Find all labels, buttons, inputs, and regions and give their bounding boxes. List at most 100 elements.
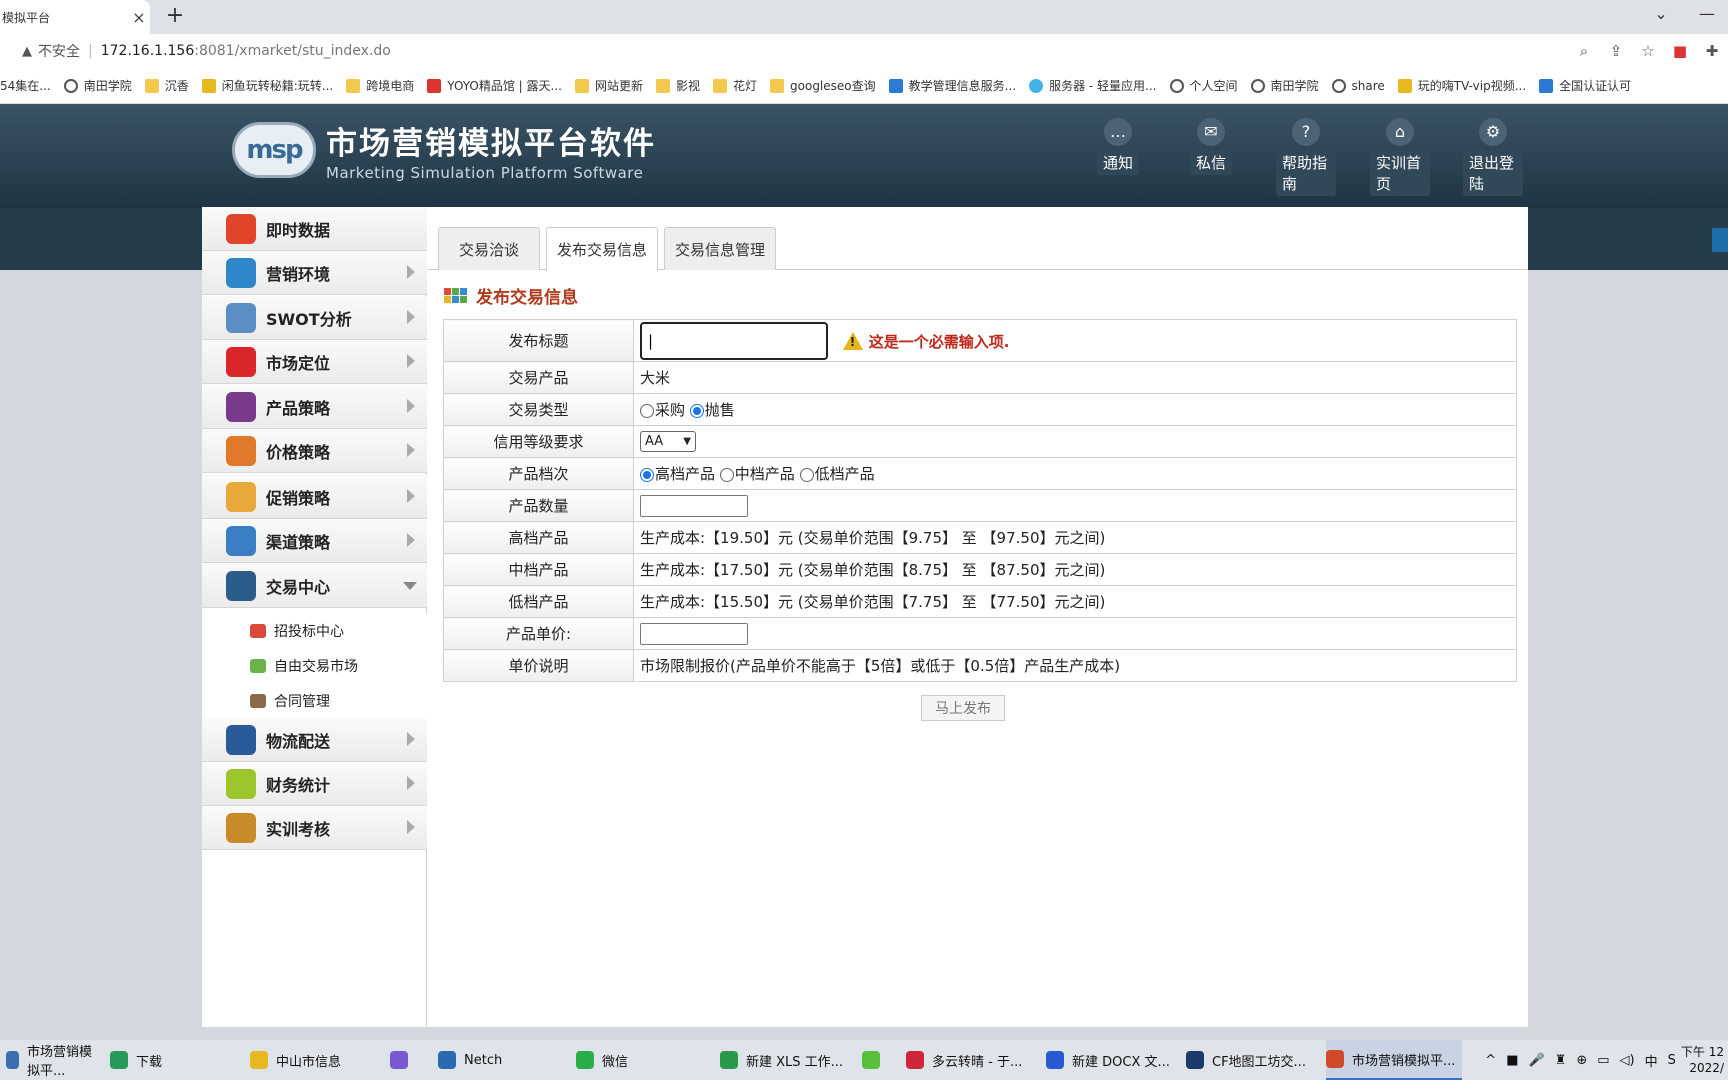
clock[interactable]: 下午 12 2022/ [1681, 1044, 1724, 1076]
sidebar-item-icon [226, 302, 256, 333]
taskbar-item[interactable]: 下载 [110, 1040, 240, 1080]
star-icon[interactable]: ☆ [1632, 42, 1664, 60]
radio-grade-low-label[interactable]: 低档产品 [815, 465, 875, 483]
bookmark-item[interactable]: 玩的嗨TV-vip视频... [1397, 77, 1526, 94]
tray-icon[interactable]: ♜ [1555, 1053, 1567, 1068]
radio-grade-high-label[interactable]: 高档产品 [655, 465, 715, 483]
radio-purchase-label[interactable]: 采购 [655, 401, 685, 419]
taskbar-item[interactable]: 微信 [576, 1040, 706, 1080]
sidebar-item-after-0[interactable]: 物流配送 [202, 718, 427, 762]
radio-sell[interactable] [689, 403, 704, 418]
share-icon[interactable]: ⇪ [1600, 42, 1632, 60]
tray-icon[interactable]: 中 [1645, 1051, 1658, 1070]
tray-icon[interactable]: ⊕ [1576, 1053, 1587, 1068]
side-flag-icon[interactable] [1712, 228, 1728, 252]
sidebar-item-after-2[interactable]: 实训考核 [202, 806, 427, 850]
sidebar-subitem-2[interactable]: 合同管理 [202, 683, 427, 718]
taskbar-item[interactable] [390, 1040, 430, 1080]
radio-grade-low[interactable] [799, 467, 814, 482]
sidebar-item-after-1[interactable]: 财务统计 [202, 762, 427, 806]
price-note-value: 市场限制报价(产品单价不能高于【5倍】或低于【0.5倍】产品生产成本) [633, 649, 1517, 682]
sidebar-item-2[interactable]: SWOT分析 [202, 296, 427, 340]
sidebar-subitem-1[interactable]: 自由交易市场 [202, 648, 427, 683]
taskbar-item[interactable]: Netch [438, 1040, 568, 1080]
close-icon[interactable]: × [128, 8, 150, 27]
topnav-4[interactable]: ⚙ 退出登陆 [1463, 118, 1523, 196]
credit-select[interactable]: AA ▼ [640, 431, 696, 452]
bookmark-item[interactable]: 教学管理信息服务... [888, 77, 1016, 94]
radio-grade-high[interactable] [640, 467, 654, 482]
taskbar-item[interactable]: 市场营销模拟平... [1326, 1040, 1462, 1080]
tray-icon[interactable]: S [1668, 1053, 1676, 1068]
tray-icon[interactable]: ◁) [1620, 1053, 1635, 1068]
bookmark-item[interactable]: YOYO精品馆 | 露天... [427, 77, 562, 94]
warning-icon[interactable]: ▲ [22, 44, 32, 59]
bookmark-item[interactable]: 个人空间 [1169, 77, 1238, 94]
sidebar-item-3[interactable]: 市场定位 [202, 340, 427, 384]
radio-sell-label[interactable]: 抛售 [705, 401, 735, 419]
bookmark-item[interactable]: 南田学院 [1250, 77, 1319, 94]
price-input[interactable] [640, 622, 748, 645]
taskbar-item[interactable]: CF地图工坊交... [1186, 1040, 1316, 1080]
bookmark-item[interactable]: 沉香 [144, 77, 189, 94]
app-icon [250, 1051, 268, 1069]
topnav-3[interactable]: ⌂ 实训首页 [1370, 118, 1430, 196]
quantity-input[interactable] [640, 494, 748, 517]
tab-negotiation[interactable]: 交易洽谈 [438, 227, 540, 270]
taskbar-item-label: CF地图工坊交... [1212, 1054, 1306, 1070]
bookmark-item[interactable]: share [1331, 78, 1385, 93]
sidebar-item-8[interactable]: 交易中心 [202, 564, 427, 608]
bookmark-item[interactable]: 54集在... [0, 77, 51, 94]
bookmark-item[interactable]: 南田学院 [63, 77, 132, 94]
taskbar-item[interactable]: 中山市信息 [250, 1040, 380, 1080]
tab-publish-info[interactable]: 发布交易信息 [546, 227, 658, 271]
minimize-icon[interactable]: — [1692, 4, 1722, 23]
sidebar-item-1[interactable]: 营销环境 [202, 251, 427, 295]
sidebar-item-5[interactable]: 价格策略 [202, 429, 427, 473]
bookmark-label: 个人空间 [1189, 79, 1238, 93]
taskbar-item[interactable]: 市场营销模拟平... [6, 1040, 102, 1080]
radio-purchase[interactable] [640, 403, 654, 418]
publish-button[interactable]: 马上发布 [921, 695, 1005, 721]
mail-icon: ✉ [1197, 118, 1225, 146]
bookmark-item[interactable]: 网站更新 [574, 77, 643, 94]
new-tab-button[interactable]: + [162, 4, 188, 30]
sidebar-subitem-0[interactable]: 招投标中心 [202, 613, 427, 648]
price-note-label: 单价说明 [443, 649, 634, 682]
browser-tab[interactable]: 模拟平台 × [0, 0, 150, 34]
sidebar-item-6[interactable]: 促销策略 [202, 475, 427, 519]
chevron-down-icon[interactable]: ⌄ [1646, 4, 1676, 23]
puzzle-icon[interactable]: ✚ [1696, 42, 1728, 60]
app-icon [6, 1051, 20, 1069]
taskbar-item[interactable]: 新建 XLS 工作... [720, 1040, 856, 1080]
taskbar-item[interactable] [862, 1040, 902, 1080]
bookmark-item[interactable]: 跨境电商 [346, 77, 414, 94]
bookmark-item[interactable]: 影视 [655, 77, 700, 94]
sidebar-item-7[interactable]: 渠道策略 [202, 519, 427, 563]
radio-grade-mid[interactable] [719, 467, 734, 482]
sidebar-item-0[interactable]: 即时数据 [202, 207, 427, 251]
taskbar-item[interactable]: 新建 DOCX 文... [1046, 1040, 1176, 1080]
bookmark-item[interactable]: 闲鱼玩转秘籍:玩转... [201, 77, 333, 94]
extension-red-icon[interactable]: ■ [1664, 42, 1696, 60]
bookmark-item[interactable]: 花灯 [713, 77, 757, 94]
tray-icon[interactable]: ▭ [1597, 1053, 1609, 1068]
topnav-2[interactable]: ? 帮助指南 [1276, 118, 1336, 196]
bookmark-item[interactable]: 全国认证认可 [1539, 77, 1631, 94]
radio-grade-mid-label[interactable]: 中档产品 [735, 465, 795, 483]
topnav-0[interactable]: … 通知 [1088, 118, 1148, 175]
bookmark-item[interactable]: googleseo查询 [770, 77, 876, 94]
tray-icon[interactable]: ■ [1506, 1053, 1518, 1068]
tab-info-management[interactable]: 交易信息管理 [664, 227, 776, 270]
tray-icon[interactable]: ^ [1485, 1053, 1496, 1068]
title-input[interactable] [640, 321, 828, 360]
taskbar-item[interactable]: 多云转晴 - 于... [906, 1040, 1036, 1080]
sidebar-item-4[interactable]: 产品策略 [202, 385, 427, 429]
url-input[interactable]: 172.16.1.156:8081/xmarket/stu_index.do [101, 43, 391, 59]
tray-icon[interactable]: 🎤 [1529, 1053, 1545, 1068]
topnav-1[interactable]: ✉ 私信 [1181, 118, 1241, 175]
security-label[interactable]: 不安全 [38, 41, 80, 61]
zoom-icon[interactable]: ⌕ [1568, 42, 1600, 60]
bookmark-item[interactable]: 服务器 - 轻量应用... [1029, 77, 1157, 94]
quantity-label: 产品数量 [443, 489, 634, 522]
